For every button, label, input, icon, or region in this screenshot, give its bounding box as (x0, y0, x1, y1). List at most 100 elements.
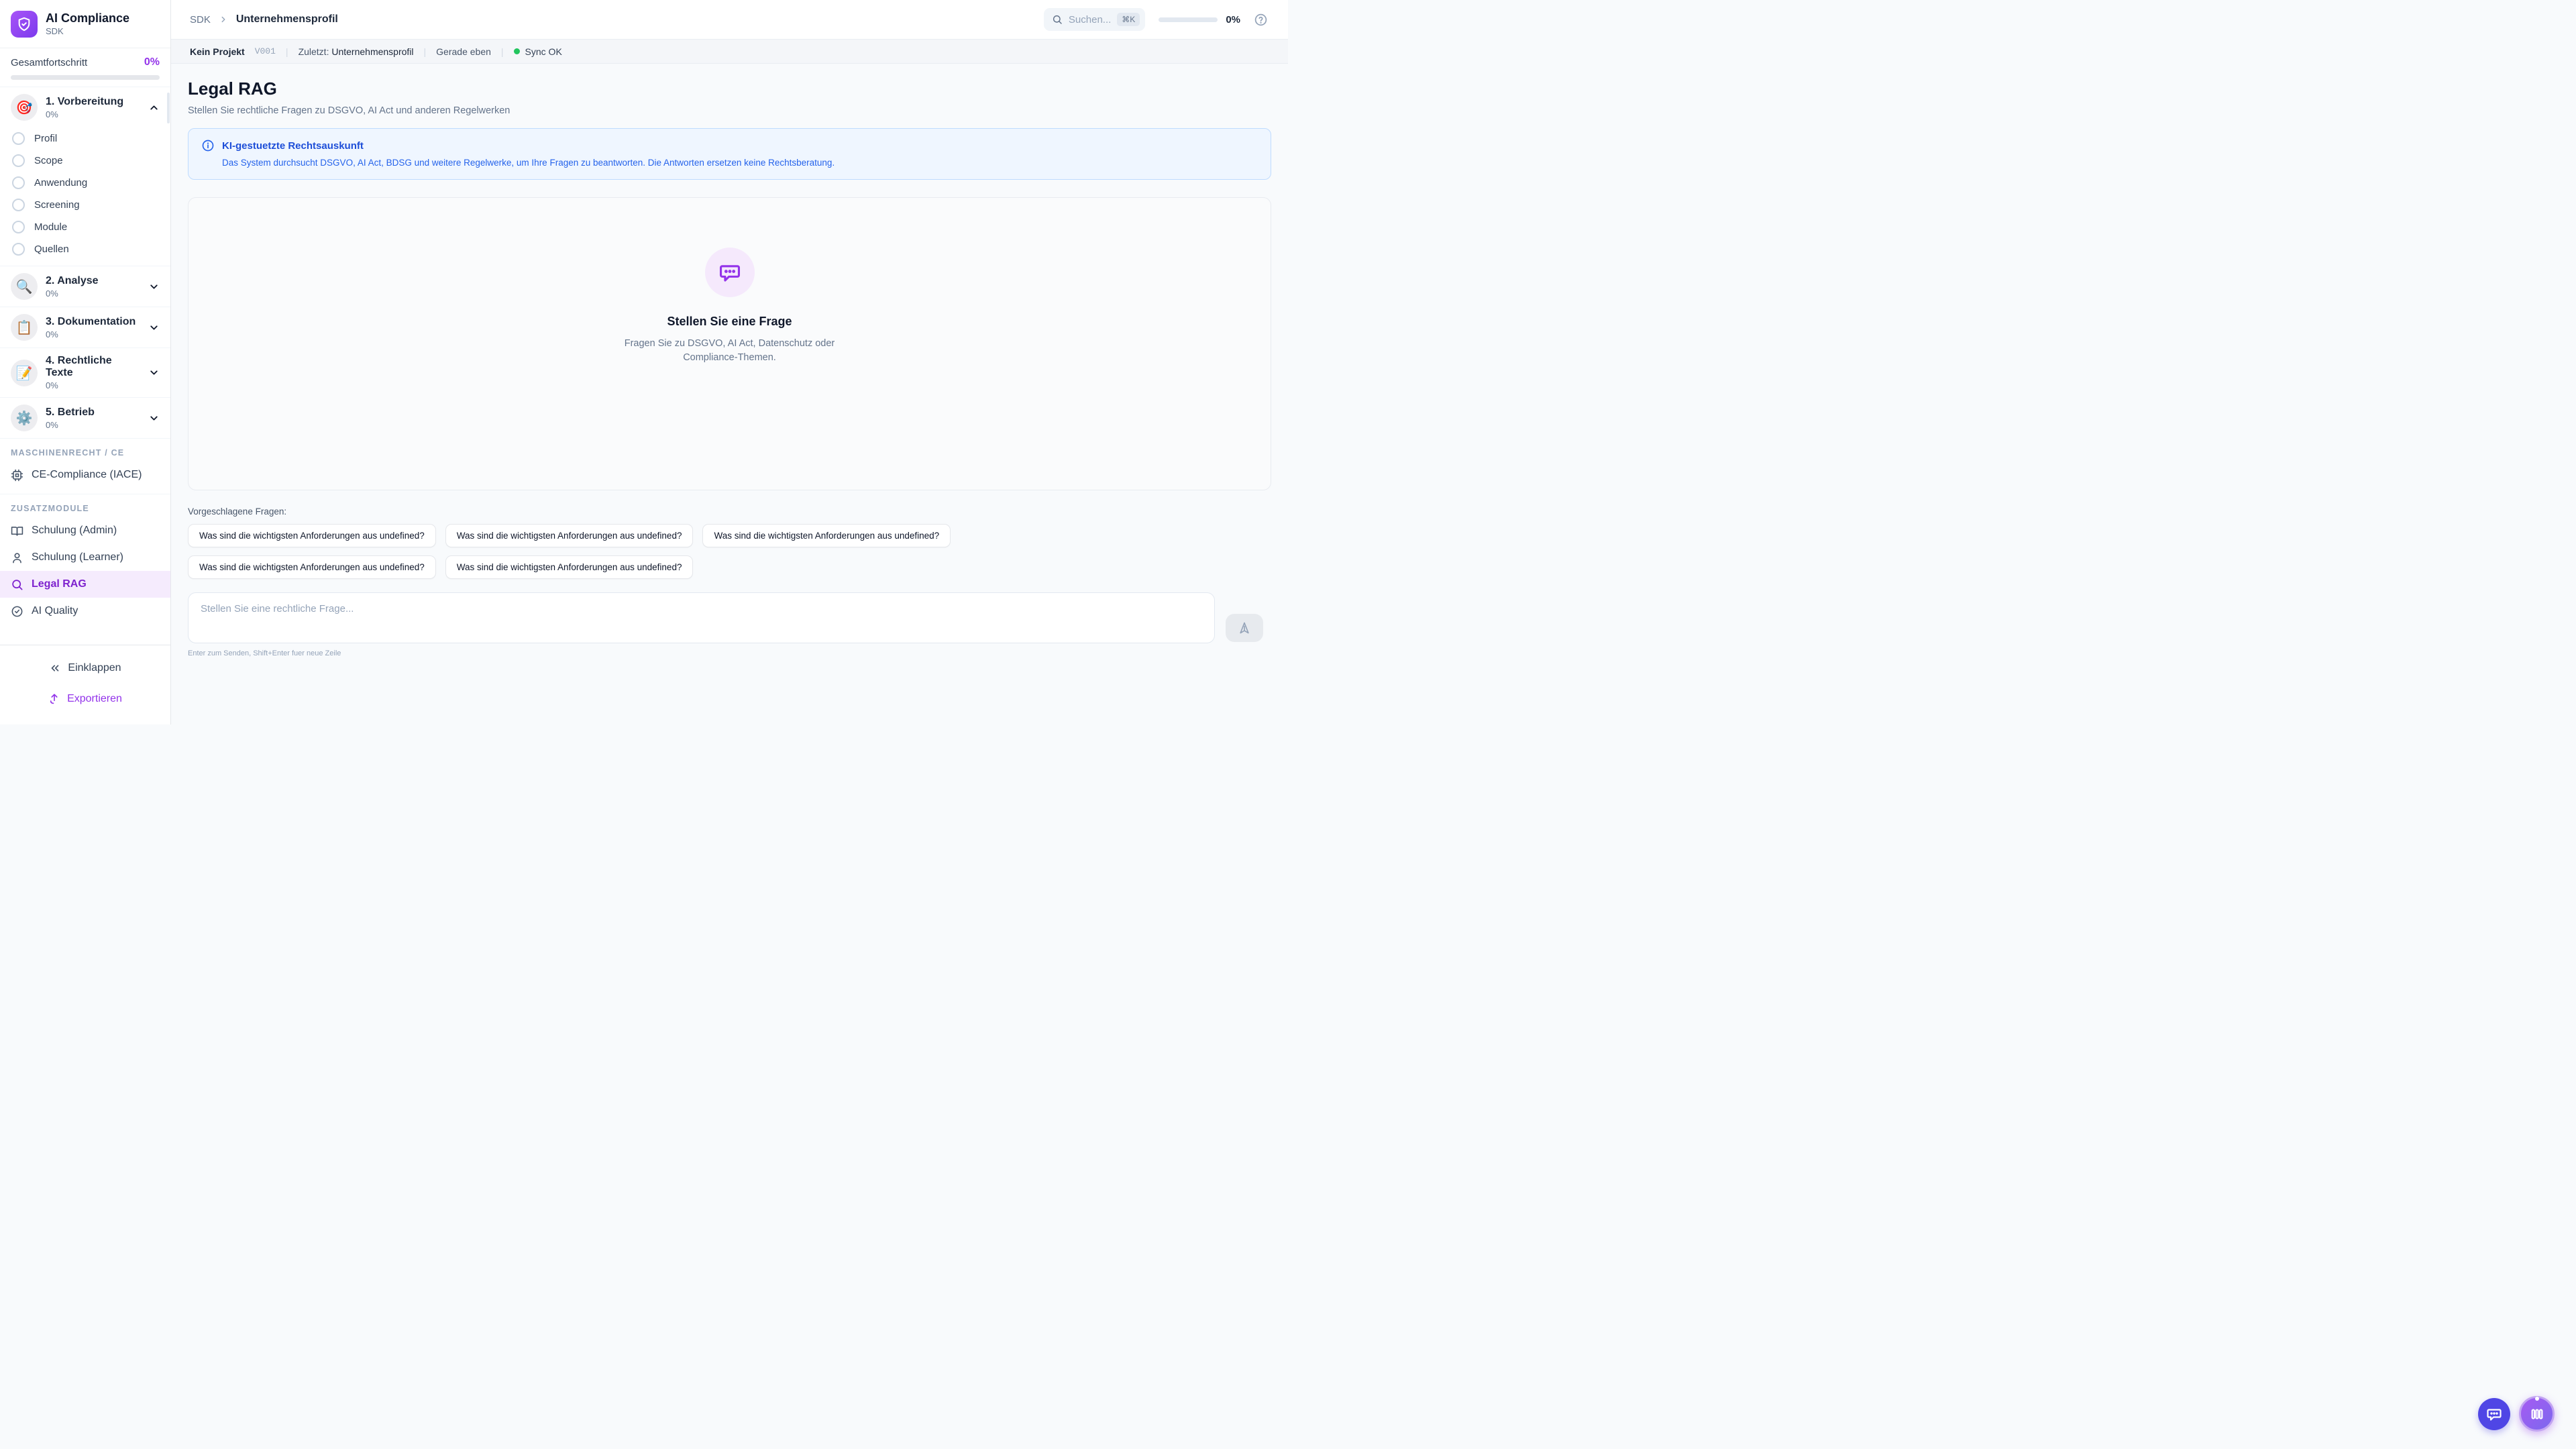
person-icon (11, 551, 23, 564)
last-value: Unternehmensprofil (331, 46, 413, 57)
chevrons-left-icon (49, 662, 61, 674)
chat-bubble-icon (705, 248, 755, 297)
status-bar: Kein Projekt V001 | Zuletzt: Unternehmen… (171, 39, 1288, 64)
sidebar-footer: Einklappen Exportieren (0, 645, 170, 724)
header-progress-value: 0% (1226, 14, 1240, 25)
last-label: Zuletzt: (299, 46, 329, 57)
chevron-right-icon (219, 15, 228, 24)
radio-circle-icon (12, 243, 25, 256)
app-logo-row: AI Compliance SDK (0, 0, 170, 48)
group-label-zusatzmodule: ZUSATZMODULE (0, 494, 170, 517)
floating-buttons (2478, 1396, 2555, 1432)
chat-empty-state: Stellen Sie eine Frage Fragen Sie zu DSG… (188, 197, 1271, 490)
clipboard-emoji-icon: 📋 (11, 314, 38, 341)
main-area: SDK Unternehmensprofil Suchen... ⌘K (171, 0, 1288, 724)
project-name: Kein Projekt (190, 46, 245, 57)
group-label-maschinenrecht: MASCHINENRECHT / CE (0, 439, 170, 462)
breadcrumb-current: Unternehmensprofil (236, 13, 338, 25)
header-progress: 0% (1159, 14, 1240, 25)
chevron-down-icon (148, 281, 160, 292)
sidebar-nav: 🎯 1. Vorbereitung 0% Profil Scope (0, 87, 170, 645)
overall-progress: Gesamtfortschritt 0% (0, 48, 170, 87)
question-input[interactable] (188, 592, 1215, 643)
kanban-fab-button[interactable] (2519, 1396, 2555, 1432)
suggested-questions-label: Vorgeschlagene Fragen: (188, 506, 1271, 517)
search-icon (1052, 14, 1063, 25)
radio-circle-icon (12, 132, 25, 145)
collapse-sidebar-button[interactable]: Einklappen (0, 655, 170, 682)
shield-check-icon (11, 11, 38, 38)
page-content: Legal RAG Stellen Sie rechtliche Fragen … (171, 64, 1288, 724)
app-root: AI Compliance SDK Gesamtfortschritt 0% 🎯… (0, 0, 1288, 724)
suggested-question-button[interactable]: Was sind die wichtigsten Anforderungen a… (445, 555, 694, 579)
sidebar-scrollbar[interactable] (167, 93, 170, 123)
gear-emoji-icon: ⚙️ (11, 405, 38, 431)
suggested-question-button[interactable]: Was sind die wichtigsten Anforderungen a… (188, 524, 436, 547)
chat-fab-button[interactable] (2478, 1398, 2510, 1430)
suggested-question-button[interactable]: Was sind die wichtigsten Anforderungen a… (445, 524, 694, 547)
suggested-question-button[interactable]: Was sind die wichtigsten Anforderungen a… (188, 555, 436, 579)
infobox-title: KI-gestuetzte Rechtsauskunft (222, 140, 364, 152)
cpu-icon (11, 469, 23, 482)
header-progress-track (1159, 17, 1218, 22)
page-title: Legal RAG (188, 78, 1271, 99)
section-vorbereitung[interactable]: 🎯 1. Vorbereitung 0% (0, 87, 170, 127)
sidebar-item-profil[interactable]: Profil (0, 127, 170, 150)
section-percent: 0% (46, 109, 140, 119)
help-circle-icon[interactable] (1254, 13, 1268, 27)
app-subtitle: SDK (46, 26, 129, 36)
radio-circle-icon (12, 154, 25, 167)
page-subtitle: Stellen Sie rechtliche Fragen zu DSGVO, … (188, 105, 1271, 116)
section-betrieb[interactable]: ⚙️ 5. Betrieb 0% (0, 398, 170, 438)
overall-progress-value: 0% (144, 56, 160, 68)
check-circle-icon (11, 605, 23, 618)
suggested-questions: Was sind die wichtigsten Anforderungen a… (188, 524, 1033, 579)
export-button[interactable]: Exportieren (0, 686, 170, 712)
sidebar-item-legal-rag[interactable]: Legal RAG (0, 571, 170, 598)
sidebar-item-schulung-learner[interactable]: Schulung (Learner) (0, 544, 170, 571)
version-badge: V001 (255, 46, 276, 56)
radio-circle-icon (12, 221, 25, 233)
sidebar-item-screening[interactable]: Screening (0, 194, 170, 216)
chevron-down-icon (148, 322, 160, 333)
search-placeholder: Suchen... (1069, 14, 1111, 25)
suggested-question-button[interactable]: Was sind die wichtigsten Anforderungen a… (702, 524, 951, 547)
sidebar-item-scope[interactable]: Scope (0, 150, 170, 172)
notification-dot (2535, 1397, 2539, 1401)
paper-plane-icon (1238, 621, 1251, 635)
book-icon (11, 525, 23, 537)
kanban-columns-icon (2530, 1407, 2544, 1421)
magnifier-emoji-icon: 🔍 (11, 273, 38, 300)
input-hint: Enter zum Senden, Shift+Enter fuer neue … (188, 649, 1271, 657)
dart-target-icon: 🎯 (11, 94, 38, 121)
app-title: AI Compliance (46, 11, 129, 25)
section-analyse[interactable]: 🔍 2. Analyse 0% (0, 266, 170, 307)
empty-state-title: Stellen Sie eine Frage (667, 315, 792, 329)
last-saved-time: Gerade eben (436, 46, 491, 57)
sidebar-item-schulung-admin[interactable]: Schulung (Admin) (0, 517, 170, 544)
sidebar-item-ce-compliance[interactable]: CE-Compliance (IACE) (0, 462, 170, 488)
sync-status: Sync OK (514, 46, 562, 57)
section-dokumentation[interactable]: 📋 3. Dokumentation 0% (0, 307, 170, 347)
empty-state-text: Fragen Sie zu DSGVO, AI Act, Datenschutz… (606, 337, 854, 365)
chevron-down-icon (148, 367, 160, 378)
search-icon (11, 578, 23, 591)
radio-circle-icon (12, 199, 25, 211)
send-button[interactable] (1226, 614, 1263, 642)
breadcrumb-root[interactable]: SDK (190, 14, 211, 25)
global-search-input[interactable]: Suchen... ⌘K (1044, 8, 1145, 31)
breadcrumb: SDK Unternehmensprofil (190, 13, 338, 25)
sidebar: AI Compliance SDK Gesamtfortschritt 0% 🎯… (0, 0, 171, 724)
sidebar-item-module[interactable]: Module (0, 216, 170, 238)
upload-icon (48, 693, 60, 705)
chevron-up-icon (148, 102, 160, 113)
topbar: SDK Unternehmensprofil Suchen... ⌘K (171, 0, 1288, 39)
section-rechtliche-texte[interactable]: 📝 4. Rechtliche Texte 0% (0, 348, 170, 397)
sidebar-item-anwendung[interactable]: Anwendung (0, 172, 170, 194)
shortcut-badge: ⌘K (1117, 13, 1140, 26)
overall-progress-label: Gesamtfortschritt (11, 57, 87, 68)
chat-bubble-icon (2486, 1406, 2502, 1422)
sidebar-item-quellen[interactable]: Quellen (0, 238, 170, 260)
sidebar-item-ai-quality[interactable]: AI Quality (0, 598, 170, 625)
infobox-text: Das System durchsucht DSGVO, AI Act, BDS… (201, 158, 1258, 168)
